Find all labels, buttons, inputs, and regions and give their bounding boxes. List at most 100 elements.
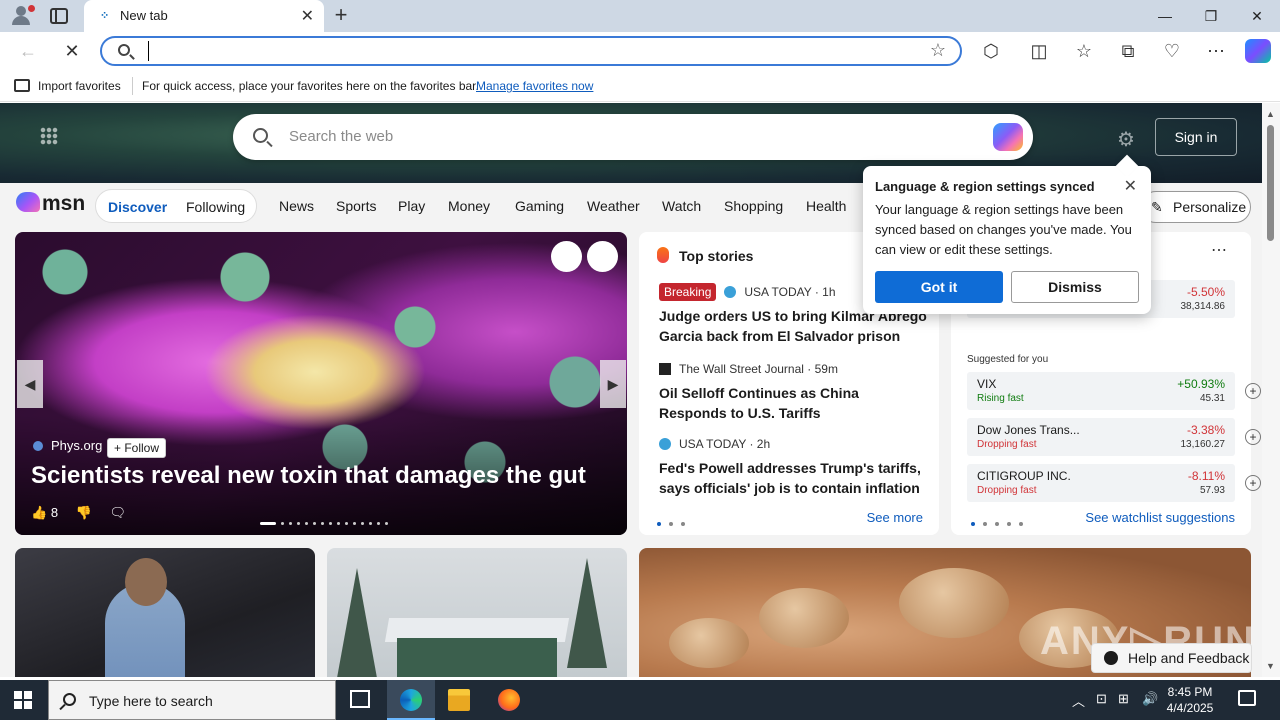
tray-chevron-icon[interactable]: ︿: [1072, 691, 1085, 710]
tray-app-icon[interactable]: ⊡: [1096, 691, 1107, 707]
suggested-label: Suggested for you: [967, 354, 1049, 365]
settings-gear-icon[interactable]: ⚙: [1117, 127, 1135, 152]
pencil-icon: ✎: [1151, 199, 1163, 215]
more-menu-icon[interactable]: ⋯: [1202, 38, 1230, 64]
notifications-icon[interactable]: [1238, 690, 1256, 706]
feed-toggle: Discover Following: [95, 189, 257, 223]
news-card-image[interactable]: [327, 548, 627, 677]
favorites-icon[interactable]: ☆: [1070, 38, 1098, 64]
personalize-button[interactable]: ✎ Personalize: [1140, 191, 1251, 223]
copilot-icon[interactable]: [993, 123, 1023, 151]
system-clock[interactable]: 8:45 PM 4/4/2025: [1150, 684, 1230, 716]
browser-essentials-icon[interactable]: ♡: [1158, 38, 1186, 64]
nav-health[interactable]: Health: [806, 198, 846, 214]
new-tab-button[interactable]: +: [330, 3, 352, 27]
msn-logo[interactable]: msn: [16, 192, 85, 218]
dismiss-button[interactable]: Dismiss: [1011, 271, 1139, 303]
collections-icon[interactable]: ⧉: [1114, 38, 1142, 64]
apps-grid-icon[interactable]: [40, 127, 58, 145]
watchlist-suggestions-link[interactable]: See watchlist suggestions: [1085, 510, 1235, 525]
restore-button[interactable]: ❐: [1196, 6, 1226, 26]
close-tab-icon[interactable]: ✕: [301, 6, 314, 26]
publisher-icon: [724, 286, 737, 298]
story-action-button[interactable]: [551, 241, 582, 272]
page-scrollbar[interactable]: ▲ ▼: [1262, 103, 1280, 677]
comment-icon[interactable]: 🗨: [109, 505, 126, 520]
import-favorites-button[interactable]: Import favorites: [38, 79, 121, 93]
scroll-thumb[interactable]: [1267, 125, 1274, 241]
tab-new-tab[interactable]: ⁘ New tab ✕: [84, 0, 324, 32]
help-feedback-button[interactable]: Help and Feedback: [1091, 643, 1252, 673]
start-button[interactable]: [14, 691, 32, 709]
change-value: -5.50%: [1186, 285, 1225, 299]
task-view-icon[interactable]: [350, 690, 370, 708]
hero-story-card[interactable]: ◀ ▶ Phys.org + Follow Scientists reveal …: [15, 232, 627, 535]
extensions-icon[interactable]: ⬡: [977, 38, 1005, 64]
story-title[interactable]: Oil Selloff Continues as China Responds …: [659, 383, 929, 423]
add-to-watchlist-icon[interactable]: +: [1245, 429, 1261, 445]
ticker-status: Dropping fast: [977, 485, 1037, 496]
windows-taskbar: Type here to search ︿ ⊡ ⊞ 🔊 8:45 PM 4/4/…: [0, 680, 1280, 720]
edge-icon: [400, 689, 422, 711]
address-input[interactable]: [148, 41, 908, 61]
web-search-box[interactable]: Search the web: [233, 114, 1033, 160]
tab-actions-icon[interactable]: [50, 8, 68, 24]
add-to-watchlist-icon[interactable]: +: [1245, 383, 1261, 399]
list-item[interactable]: USA TODAY · 2h Fed's Powell addresses Tr…: [659, 434, 929, 498]
tab-following[interactable]: Following: [186, 199, 245, 215]
nav-weather[interactable]: Weather: [587, 198, 640, 214]
minimize-button[interactable]: —: [1150, 6, 1180, 26]
nav-shopping[interactable]: Shopping: [724, 198, 783, 214]
story-headline[interactable]: Scientists reveal new toxin that damages…: [31, 462, 586, 490]
scroll-down-icon[interactable]: ▼: [1266, 661, 1275, 671]
breaking-badge: Breaking: [659, 283, 717, 301]
close-window-button[interactable]: ✕: [1242, 6, 1272, 26]
scroll-up-icon[interactable]: ▲: [1266, 109, 1275, 119]
taskbar-edge[interactable]: [387, 680, 435, 720]
list-item[interactable]: The Wall Street Journal · 59m Oil Sellof…: [659, 359, 929, 423]
favorite-star-icon[interactable]: ☆: [930, 40, 946, 61]
market-row[interactable]: VIX Rising fast +50.93% 45.31 +: [967, 372, 1261, 410]
nav-play[interactable]: Play: [398, 198, 425, 214]
clock-date: 4/4/2025: [1166, 701, 1214, 715]
copilot-icon[interactable]: [1245, 39, 1271, 63]
tab-discover[interactable]: Discover: [108, 199, 167, 215]
split-screen-icon[interactable]: ◫: [1025, 38, 1053, 64]
market-row[interactable]: Dow Jones Trans... Dropping fast -3.38% …: [967, 418, 1261, 456]
news-card-image[interactable]: [15, 548, 315, 677]
publisher-label: USA TODAY · 2h: [679, 437, 771, 451]
carousel-prev-button[interactable]: ◀: [17, 360, 43, 408]
more-options-icon[interactable]: ⋯: [1211, 240, 1227, 260]
search-icon: [118, 44, 130, 56]
back-button[interactable]: ←: [14, 38, 42, 64]
manage-favorites-link[interactable]: Manage favorites now: [476, 79, 593, 93]
profile-icon[interactable]: [8, 4, 36, 28]
popup-title: Language & region settings synced: [875, 179, 1095, 194]
story-title[interactable]: Fed's Powell addresses Trump's tariffs, …: [659, 458, 929, 498]
follow-button[interactable]: + Follow: [107, 438, 167, 458]
nav-watch[interactable]: Watch: [662, 198, 701, 214]
search-icon: [253, 128, 268, 143]
sign-in-button[interactable]: Sign in: [1155, 118, 1237, 156]
got-it-button[interactable]: Got it: [875, 271, 1003, 303]
help-icon: [1104, 651, 1118, 665]
price-value: 38,314.86: [1180, 301, 1226, 312]
nav-money[interactable]: Money: [448, 198, 490, 214]
close-icon[interactable]: ✕: [1124, 176, 1137, 196]
carousel-next-button[interactable]: ▶: [600, 360, 626, 408]
like-icon[interactable]: 👍 8: [31, 505, 58, 520]
dislike-icon[interactable]: 👎: [76, 505, 92, 520]
market-row[interactable]: CITIGROUP INC. Dropping fast -8.11% 57.9…: [967, 464, 1261, 502]
nav-gaming[interactable]: Gaming: [515, 198, 564, 214]
network-icon[interactable]: ⊞: [1118, 691, 1129, 707]
address-bar[interactable]: ☆: [100, 36, 962, 66]
stop-loading-button[interactable]: ✕: [58, 38, 86, 64]
nav-news[interactable]: News: [279, 198, 314, 214]
add-to-watchlist-icon[interactable]: +: [1245, 475, 1261, 491]
taskbar-firefox[interactable]: [485, 680, 533, 720]
see-more-link[interactable]: See more: [867, 510, 923, 525]
story-action-button[interactable]: [587, 241, 618, 272]
nav-sports[interactable]: Sports: [336, 198, 376, 214]
taskbar-file-explorer[interactable]: [435, 680, 483, 720]
taskbar-search[interactable]: Type here to search: [48, 680, 336, 720]
